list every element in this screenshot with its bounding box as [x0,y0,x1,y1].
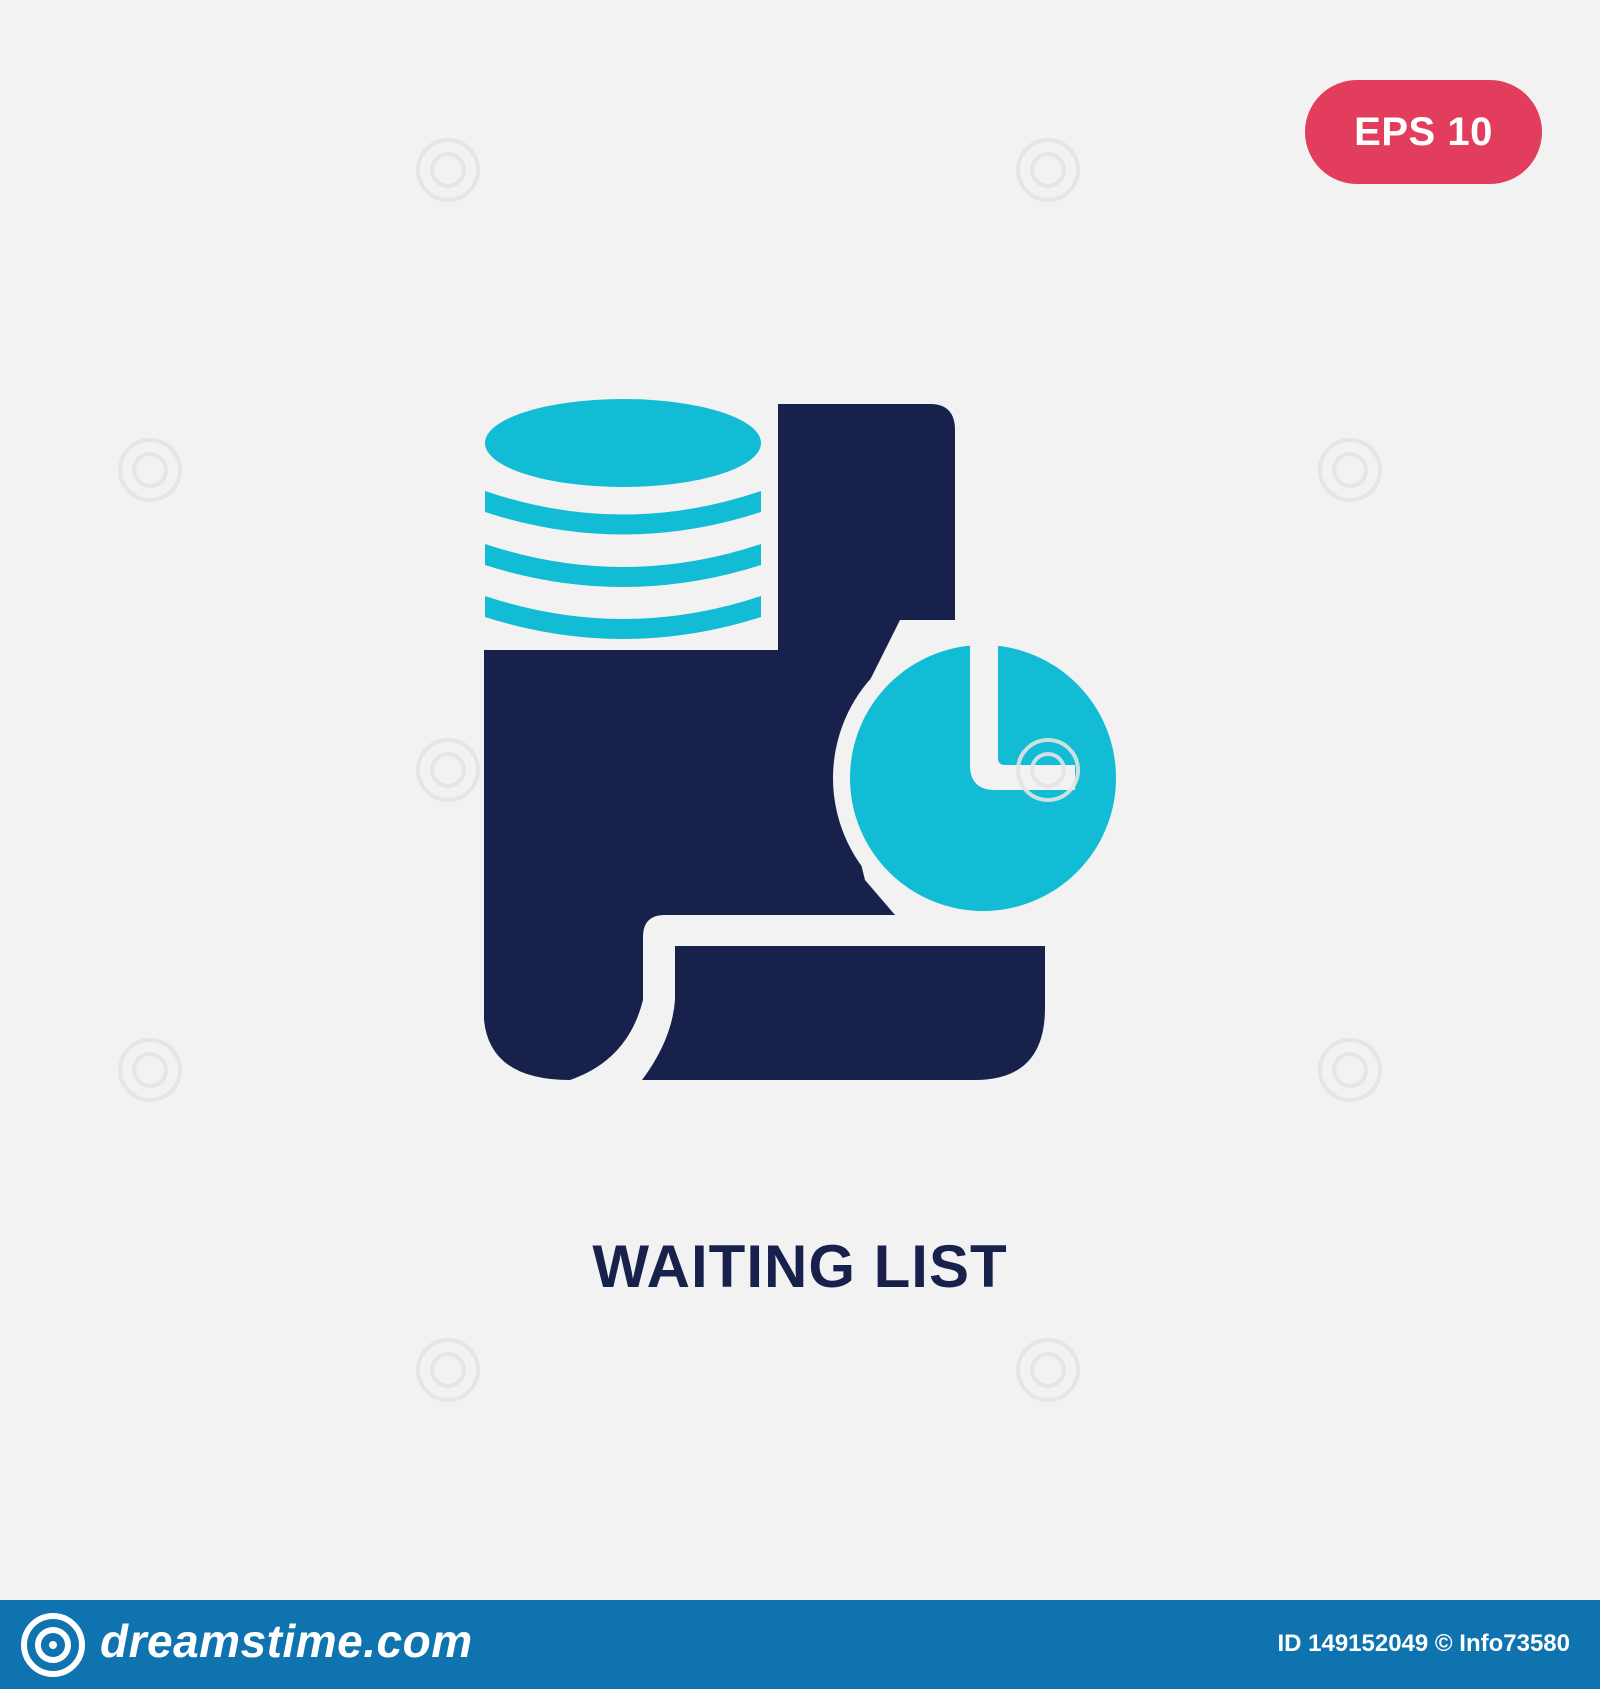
clock-icon [833,628,1133,928]
footer-bar: dreamstime.com ID 149152049 © Info73580 [0,1600,1600,1689]
waiting-list-icon [484,399,1133,1080]
footer-brand: dreamstime.com [100,1615,473,1667]
document-bottom-strip [642,946,1045,1080]
database-stack-icon [485,399,761,639]
dreamstime-logo-icon [21,1613,85,1677]
icon-title: WAITING LIST [592,1233,1008,1300]
footer-image-id: ID 149152049 © Info73580 [1277,1630,1570,1657]
